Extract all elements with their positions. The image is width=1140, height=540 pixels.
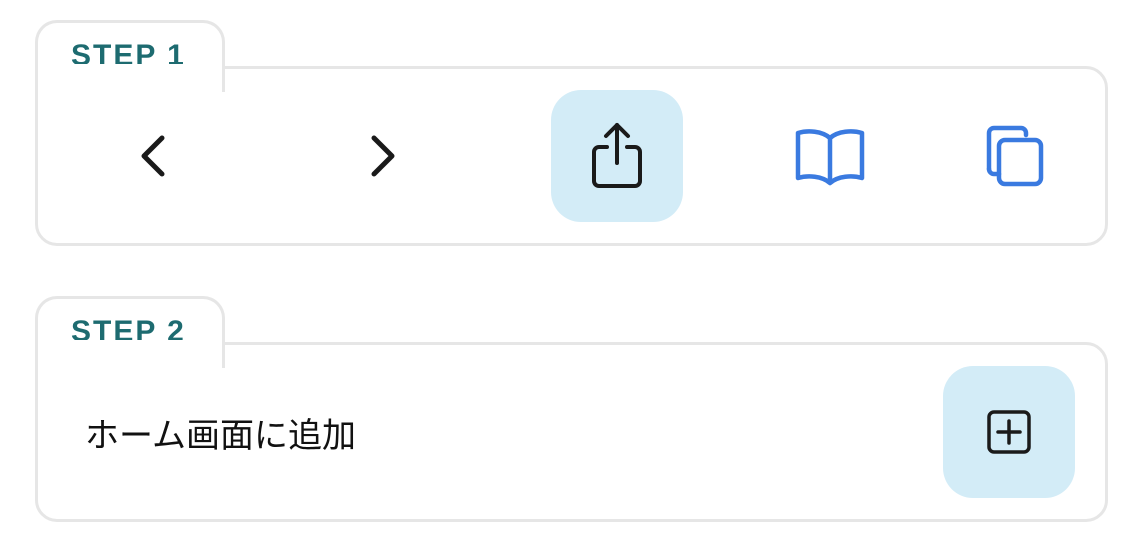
step-2-tab: STEP 2 — [35, 296, 225, 368]
step-1-card: STEP 1 — [35, 20, 1108, 246]
tab-border-mask — [38, 64, 222, 72]
step-2-card: STEP 2 ホーム画面に追加 — [35, 296, 1108, 522]
share-icon — [592, 123, 642, 188]
tabs-icon — [986, 125, 1044, 187]
tabs-button[interactable] — [948, 90, 1080, 222]
tab-border-mask — [38, 340, 222, 348]
add-to-home-screen-button[interactable] — [943, 366, 1075, 498]
add-to-home-screen-label: ホーム画面に追加 — [85, 416, 356, 456]
bookmarks-button[interactable] — [764, 90, 896, 222]
add-square-icon — [987, 410, 1031, 454]
share-button[interactable] — [551, 90, 683, 222]
chevron-left-icon — [141, 135, 165, 177]
step-1-tab: STEP 1 — [35, 20, 225, 92]
forward-button[interactable] — [316, 90, 448, 222]
chevron-right-icon — [371, 135, 395, 177]
book-icon — [795, 129, 865, 186]
back-button[interactable] — [88, 90, 220, 222]
